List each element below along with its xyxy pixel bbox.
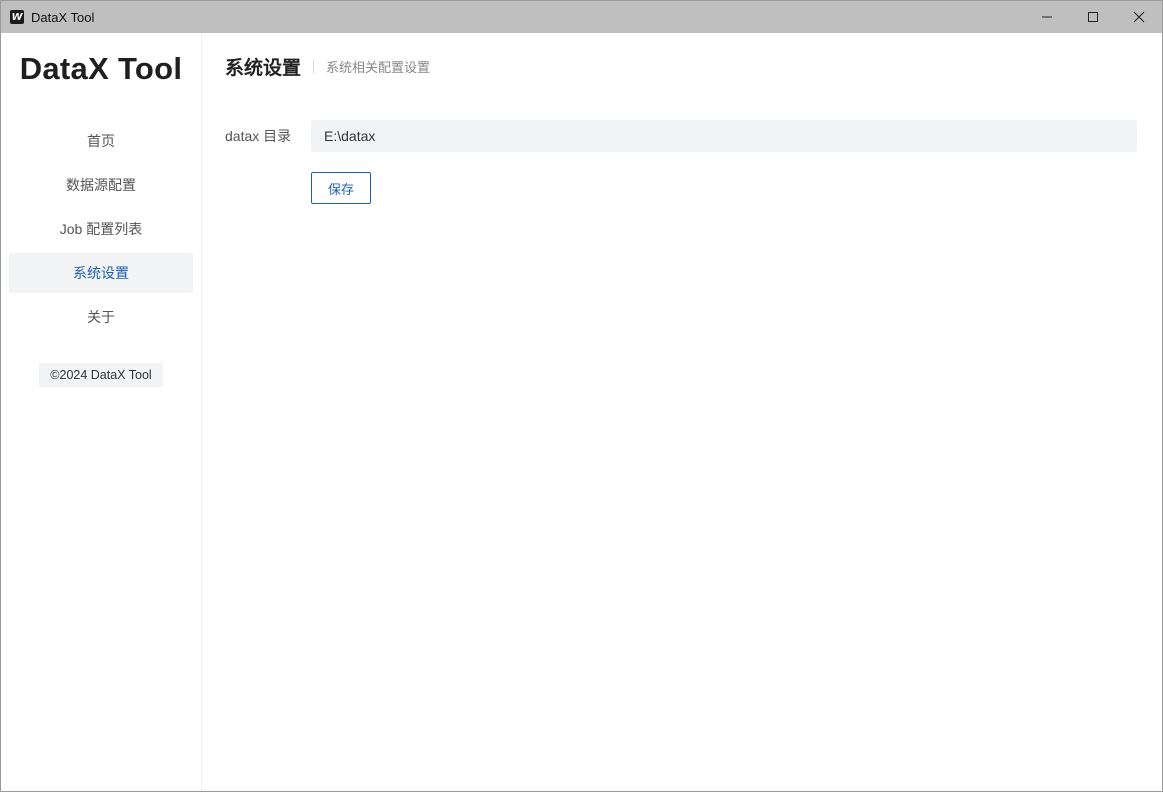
maximize-button[interactable]: [1070, 1, 1116, 33]
minimize-icon: [1042, 16, 1052, 18]
sidebar-item-home[interactable]: 首页: [9, 121, 193, 161]
datax-dir-row: datax 目录: [225, 120, 1137, 152]
page-subtitle: 系统相关配置设置: [326, 60, 431, 75]
datax-dir-input[interactable]: [311, 120, 1137, 152]
page-title: 系统设置: [225, 58, 302, 79]
sidebar-item-datasource-config[interactable]: 数据源配置: [9, 165, 193, 205]
main-content: 系统设置 系统相关配置设置 datax 目录 保存: [203, 33, 1162, 791]
sidebar-item-job-config-list[interactable]: Job 配置列表: [9, 209, 193, 249]
save-button[interactable]: 保存: [311, 172, 371, 204]
sidebar-item-about[interactable]: 关于: [9, 297, 193, 337]
sidebar-nav: 首页 数据源配置 Job 配置列表 系统设置 关于: [9, 121, 193, 341]
app-logo: DataX Tool: [19, 51, 183, 86]
app-window: W DataX Tool DataX Tool 首页 数据源配置 Job 配置列…: [0, 0, 1163, 792]
sidebar-item-system-settings[interactable]: 系统设置: [9, 253, 193, 293]
maximize-icon: [1088, 12, 1098, 22]
app-icon: W: [10, 10, 24, 24]
copyright-badge: ©2024 DataX Tool: [39, 363, 163, 387]
window-controls: [1024, 1, 1162, 33]
datax-dir-label: datax 目录: [225, 128, 292, 144]
page-header: 系统设置 系统相关配置设置: [225, 53, 430, 80]
sidebar: DataX Tool 首页 数据源配置 Job 配置列表 系统设置 关于 ©20…: [1, 33, 202, 791]
header-divider: [313, 59, 315, 74]
minimize-button[interactable]: [1024, 1, 1070, 33]
title-bar[interactable]: W DataX Tool: [1, 1, 1162, 33]
close-icon: [1133, 11, 1145, 23]
close-button[interactable]: [1116, 1, 1162, 33]
window-title: DataX Tool: [31, 9, 95, 25]
